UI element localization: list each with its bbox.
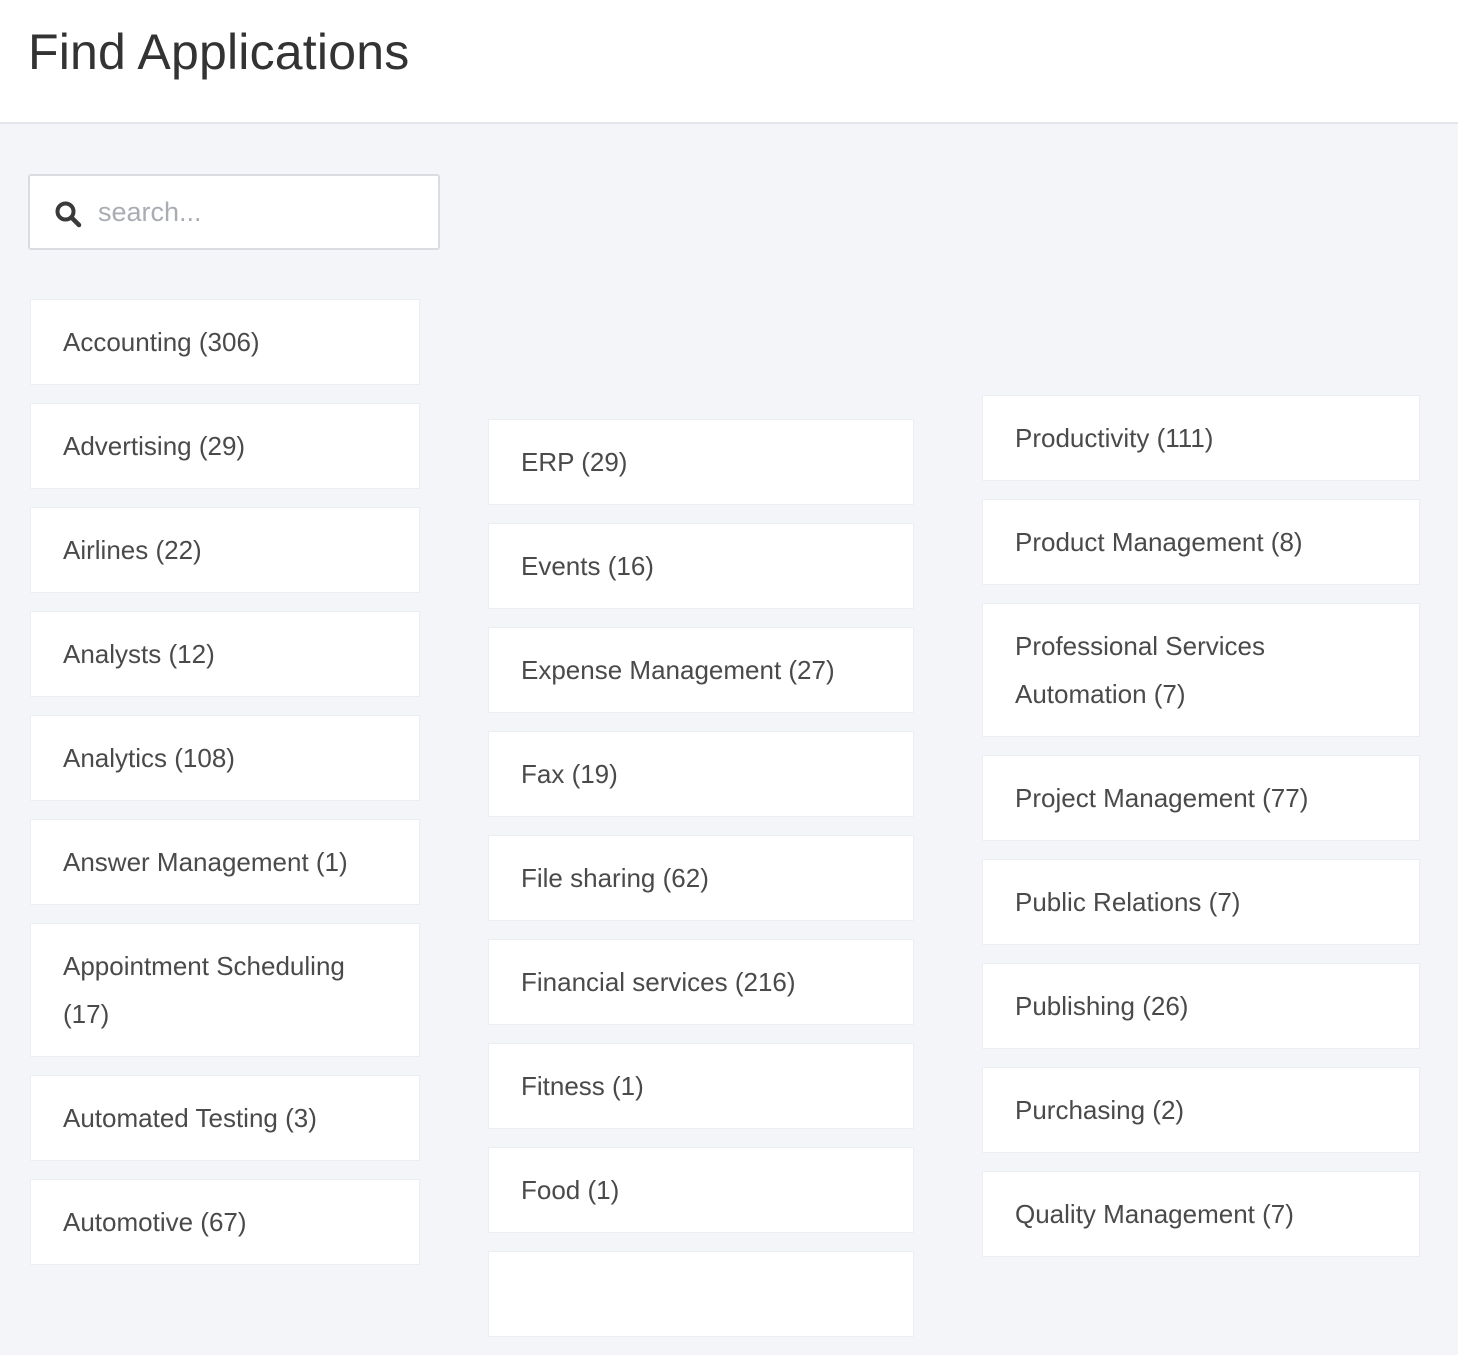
category-card-food[interactable]: Food (1) — [488, 1147, 914, 1233]
category-card-erp[interactable]: ERP (29) — [488, 419, 914, 505]
search-input[interactable] — [98, 184, 418, 240]
category-card-next[interactable] — [488, 1251, 914, 1337]
page-title: Find Applications — [28, 24, 410, 80]
category-card-appointment-scheduling[interactable]: Appointment Scheduling (17) — [30, 923, 420, 1057]
category-label: Project Management (77) — [1015, 783, 1309, 813]
category-card-purchasing[interactable]: Purchasing (2) — [982, 1067, 1420, 1153]
page-header: Find Applications — [0, 0, 1458, 124]
category-label: Events (16) — [521, 551, 654, 581]
category-label: Food (1) — [521, 1175, 620, 1205]
category-card-advertising[interactable]: Advertising (29) — [30, 403, 420, 489]
category-label: File sharing (62) — [521, 863, 709, 893]
category-label: Advertising (29) — [63, 431, 246, 461]
category-label: Analysts (12) — [63, 639, 215, 669]
search-icon — [54, 200, 82, 228]
category-label: Fitness (1) — [521, 1071, 644, 1101]
category-card-professional-services-automation[interactable]: Professional Services Automation (7) — [982, 603, 1420, 737]
category-label: Automotive (67) — [63, 1207, 247, 1237]
category-card-productivity[interactable]: Productivity (111) — [982, 395, 1420, 481]
category-label: Public Relations (7) — [1015, 887, 1241, 917]
category-column-3: Productivity (111) Product Management (8… — [982, 395, 1420, 1275]
category-label: Accounting (306) — [63, 327, 260, 357]
category-card-public-relations[interactable]: Public Relations (7) — [982, 859, 1420, 945]
category-label: Publishing (26) — [1015, 991, 1189, 1021]
category-label: ERP (29) — [521, 447, 628, 477]
category-card-product-management[interactable]: Product Management (8) — [982, 499, 1420, 585]
main-content: Accounting (306) Advertising (29) Airlin… — [0, 124, 1458, 1337]
category-label: Productivity (111) — [1015, 423, 1214, 453]
category-card-project-management[interactable]: Project Management (77) — [982, 755, 1420, 841]
category-label: Quality Management (7) — [1015, 1199, 1294, 1229]
category-card-automated-testing[interactable]: Automated Testing (3) — [30, 1075, 420, 1161]
category-card-accounting[interactable]: Accounting (306) — [30, 299, 420, 385]
category-label: Answer Management (1) — [63, 847, 348, 877]
category-card-answer-management[interactable]: Answer Management (1) — [30, 819, 420, 905]
category-card-quality-management[interactable]: Quality Management (7) — [982, 1171, 1420, 1257]
category-card-automotive[interactable]: Automotive (67) — [30, 1179, 420, 1265]
category-label: Airlines (22) — [63, 535, 202, 565]
category-label — [521, 1270, 881, 1318]
category-card-fitness[interactable]: Fitness (1) — [488, 1043, 914, 1129]
category-card-analytics[interactable]: Analytics (108) — [30, 715, 420, 801]
category-card-airlines[interactable]: Airlines (22) — [30, 507, 420, 593]
search-box[interactable] — [28, 174, 440, 250]
category-card-analysts[interactable]: Analysts (12) — [30, 611, 420, 697]
category-card-publishing[interactable]: Publishing (26) — [982, 963, 1420, 1049]
category-label: Professional Services Automation (7) — [1015, 631, 1265, 709]
category-label: Expense Management (27) — [521, 655, 835, 685]
category-label: Fax (19) — [521, 759, 618, 789]
category-label: Appointment Scheduling (17) — [63, 951, 345, 1029]
category-card-file-sharing[interactable]: File sharing (62) — [488, 835, 914, 921]
category-label: Purchasing (2) — [1015, 1095, 1185, 1125]
category-label: Analytics (108) — [63, 743, 235, 773]
category-label: Financial services (216) — [521, 967, 796, 997]
category-card-events[interactable]: Events (16) — [488, 523, 914, 609]
category-column-1: Accounting (306) Advertising (29) Airlin… — [30, 299, 420, 1283]
category-card-fax[interactable]: Fax (19) — [488, 731, 914, 817]
category-label: Product Management (8) — [1015, 527, 1303, 557]
category-card-financial-services[interactable]: Financial services (216) — [488, 939, 914, 1025]
category-card-expense-management[interactable]: Expense Management (27) — [488, 627, 914, 713]
category-label: Automated Testing (3) — [63, 1103, 317, 1133]
category-column-2: ERP (29) Events (16) Expense Management … — [488, 419, 914, 1355]
